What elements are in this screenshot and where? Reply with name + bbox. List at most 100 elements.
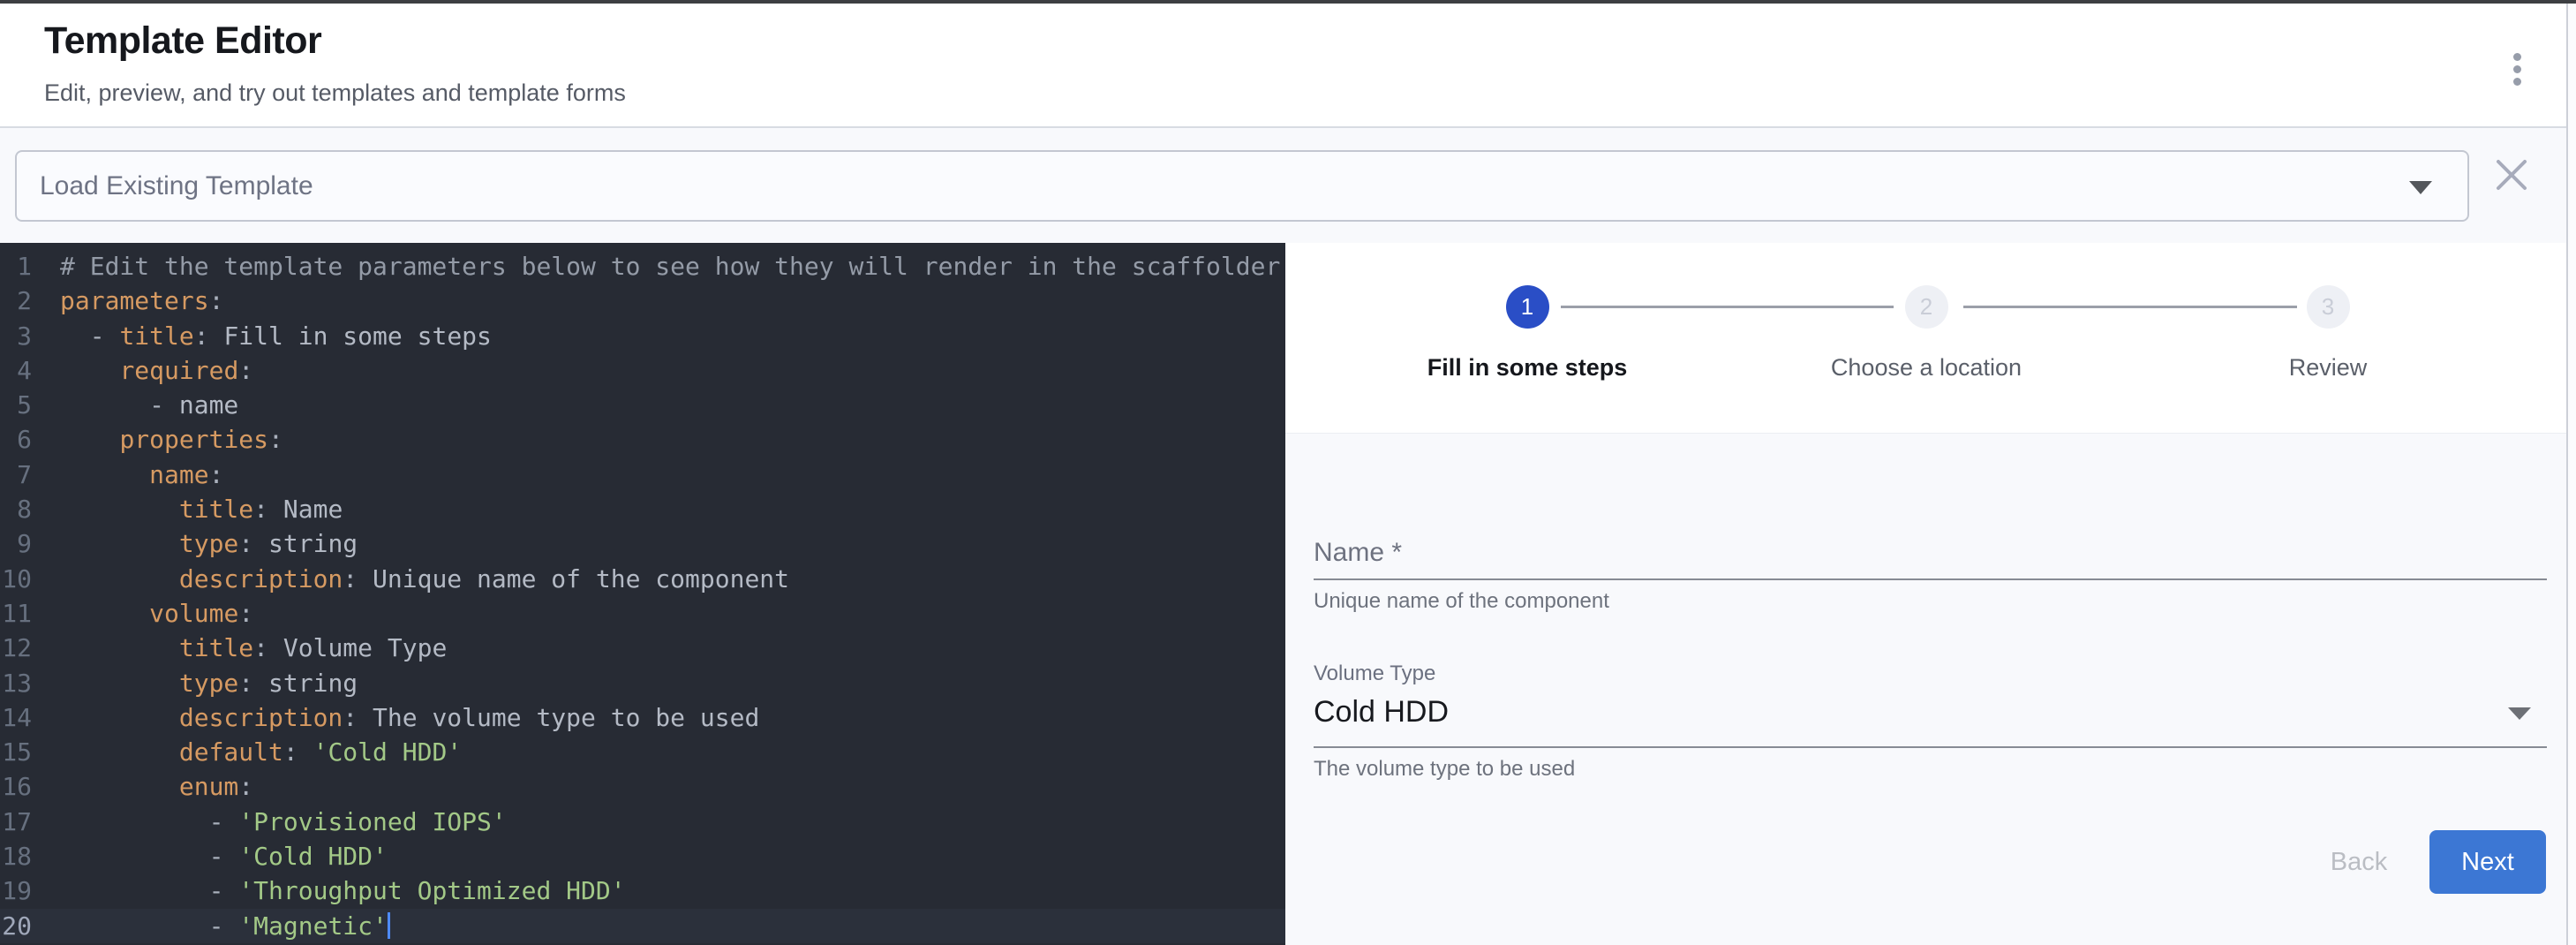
code-line[interactable]: 17 - 'Provisioned IOPS'	[0, 805, 1285, 839]
step-number-badge: 3	[2307, 285, 2350, 329]
back-button[interactable]: Back	[2306, 830, 2412, 894]
code-token	[60, 772, 179, 801]
code-token: :	[238, 529, 253, 558]
close-editor-button[interactable]	[2491, 155, 2532, 195]
code-line[interactable]: 11 volume:	[0, 596, 1285, 631]
code-line[interactable]: 10 description: Unique name of the compo…	[0, 562, 1285, 596]
code-token	[60, 356, 119, 385]
code-text: required:	[32, 353, 253, 388]
code-token: type	[179, 529, 238, 558]
code-token: :	[209, 460, 224, 489]
step-label: Fill in some steps	[1342, 354, 1713, 382]
page-title: Template Editor	[44, 19, 321, 63]
code-token: title	[179, 633, 253, 662]
code-line[interactable]: 2parameters:	[0, 284, 1285, 318]
code-token	[60, 564, 179, 593]
code-token: title	[179, 495, 253, 524]
code-text: title: Volume Type	[32, 631, 447, 665]
code-line[interactable]: 16 enum:	[0, 769, 1285, 804]
code-token: name	[149, 460, 208, 489]
line-number: 10	[0, 562, 32, 596]
line-number: 3	[0, 319, 32, 353]
code-token: 'Magnetic'	[238, 911, 388, 941]
line-number: 20	[0, 909, 32, 943]
code-line[interactable]: 8 title: Name	[0, 492, 1285, 526]
code-token: name	[179, 390, 238, 420]
step-label: Choose a location	[1741, 354, 2112, 382]
code-token: The volume type to be used	[358, 703, 759, 732]
code-line[interactable]: 6 properties:	[0, 422, 1285, 457]
code-token: Fill in some steps	[209, 321, 492, 351]
code-token: -	[60, 911, 238, 941]
code-token	[60, 529, 179, 558]
volume-type-select[interactable]	[1314, 656, 2547, 815]
wizard-form: Name * Unique name of the component Volu…	[1285, 433, 2576, 945]
code-token: properties	[119, 425, 268, 454]
yaml-code-editor[interactable]: 1# Edit the template parameters below to…	[0, 243, 1285, 945]
close-x-icon	[2491, 155, 2532, 195]
code-line[interactable]: 7 name:	[0, 457, 1285, 492]
code-line[interactable]: 15 default: 'Cold HDD'	[0, 735, 1285, 769]
code-token: :	[238, 356, 253, 385]
code-token: :	[343, 703, 358, 732]
volume-type-field: Volume Type Cold HDD The volume type to …	[1314, 656, 2547, 815]
code-token: description	[179, 703, 343, 732]
code-line[interactable]: 19 - 'Throughput Optimized HDD'	[0, 873, 1285, 908]
code-token: :	[253, 633, 268, 662]
volume-type-helper: The volume type to be used	[1314, 757, 1575, 782]
code-line[interactable]: 9 type: string	[0, 526, 1285, 561]
page-subtitle: Edit, preview, and try out templates and…	[44, 79, 626, 107]
code-line[interactable]: 14 description: The volume type to be us…	[0, 700, 1285, 735]
code-line[interactable]: 18 - 'Cold HDD'	[0, 839, 1285, 873]
stepper-step-3[interactable]: 3Review	[2143, 285, 2513, 382]
code-line[interactable]: 4 required:	[0, 353, 1285, 388]
code-line[interactable]: 20 - 'Magnetic'	[0, 909, 1285, 943]
code-line[interactable]: 12 title: Volume Type	[0, 631, 1285, 665]
code-text: - 'Throughput Optimized HDD'	[32, 873, 626, 908]
template-toolbar: Load Existing Template	[0, 128, 2576, 243]
line-number: 17	[0, 805, 32, 839]
caret-down-icon	[2508, 707, 2531, 720]
code-token	[60, 495, 179, 524]
more-options-kebab-icon[interactable]	[2512, 51, 2523, 87]
code-token: Volume Type	[268, 633, 447, 662]
code-line[interactable]: 1# Edit the template parameters below to…	[0, 249, 1285, 284]
stepper-step-2[interactable]: 2Choose a location	[1741, 285, 2112, 382]
code-token: 'Cold HDD'	[298, 737, 462, 767]
code-text: description: Unique name of the componen…	[32, 562, 789, 596]
code-token	[60, 737, 179, 767]
code-token	[60, 703, 179, 732]
code-text: properties:	[32, 422, 283, 457]
code-token: volume	[149, 599, 238, 628]
code-token: -	[60, 321, 119, 351]
load-existing-template-select[interactable]: Load Existing Template	[15, 150, 2469, 222]
code-text: enum:	[32, 769, 253, 804]
code-token: -	[60, 390, 179, 420]
vertical-scrollbar[interactable]	[2566, 4, 2576, 945]
caret-down-icon	[2409, 181, 2432, 194]
line-number: 6	[0, 422, 32, 457]
code-line[interactable]: 5 - name	[0, 388, 1285, 422]
code-text: parameters:	[32, 284, 223, 318]
code-text: - 'Magnetic'	[32, 909, 390, 943]
main-split: 1# Edit the template parameters below to…	[0, 243, 2576, 945]
text-cursor	[388, 912, 390, 939]
line-number: 16	[0, 769, 32, 804]
code-token: 'Cold HDD'	[238, 842, 388, 871]
code-line[interactable]: 3 - title: Fill in some steps	[0, 319, 1285, 353]
line-number: 9	[0, 526, 32, 561]
code-token: :	[268, 425, 283, 454]
next-button[interactable]: Next	[2429, 830, 2546, 894]
name-field-helper: Unique name of the component	[1314, 589, 1609, 614]
code-token: title	[119, 321, 193, 351]
line-number: 13	[0, 666, 32, 700]
code-line[interactable]: 13 type: string	[0, 666, 1285, 700]
code-token: :	[343, 564, 358, 593]
line-number: 7	[0, 457, 32, 492]
code-token: :	[194, 321, 209, 351]
stepper-step-1[interactable]: 1Fill in some steps	[1342, 285, 1713, 382]
code-token: :	[209, 286, 224, 315]
line-number: 14	[0, 700, 32, 735]
code-token: # Edit the template parameters below to …	[60, 252, 1280, 281]
code-token: Name	[268, 495, 343, 524]
